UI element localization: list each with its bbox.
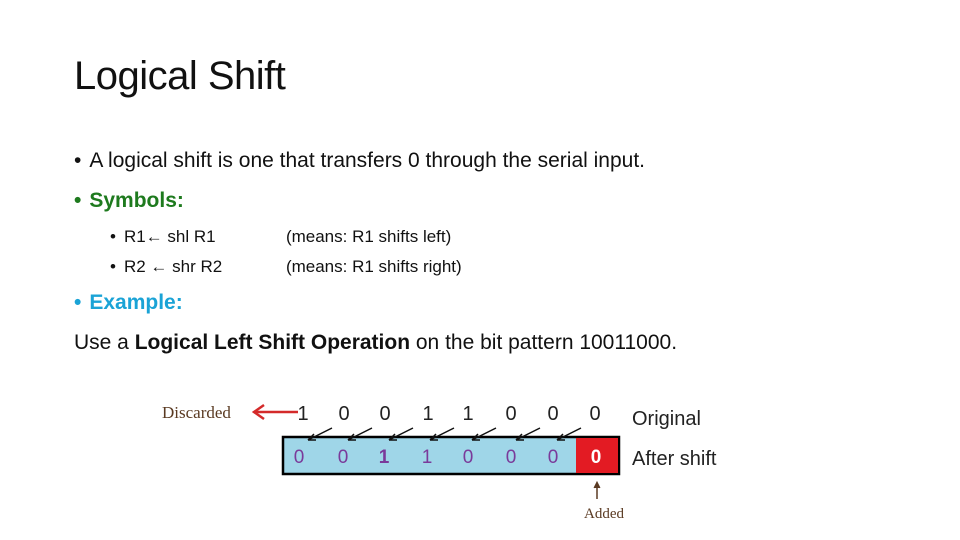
original-bit: 0 [589,403,600,425]
register-box [281,435,621,476]
original-bit: 0 [505,403,516,425]
shifted-bit: 0 [506,447,517,468]
original-bit: 1 [297,403,308,425]
original-bit: 0 [338,403,349,425]
original-bit: 1 [422,403,433,425]
shifted-bit: 0 [463,447,474,468]
shift-diagram: Discarded 1 0 0 1 1 0 0 0 Original 0 0 1 1 0 0 0 0 Aft… [162,403,717,522]
shifted-bit: 1 [422,447,433,468]
shifted-bit: 0 [548,447,559,468]
original-bit: 0 [547,403,558,425]
discarded-label: Discarded [162,403,231,422]
added-arrowhead-icon [593,480,601,489]
shifted-bit: 0 [338,447,349,468]
original-label: Original [632,408,701,430]
shifted-bit: 0 [294,447,305,468]
shifted-bit: 1 [379,447,390,468]
original-bit: 0 [379,403,390,425]
after-shift-label: After shift [632,448,717,470]
original-bit: 1 [462,403,473,425]
added-label: Added [584,506,624,522]
added-bit: 0 [591,447,602,468]
